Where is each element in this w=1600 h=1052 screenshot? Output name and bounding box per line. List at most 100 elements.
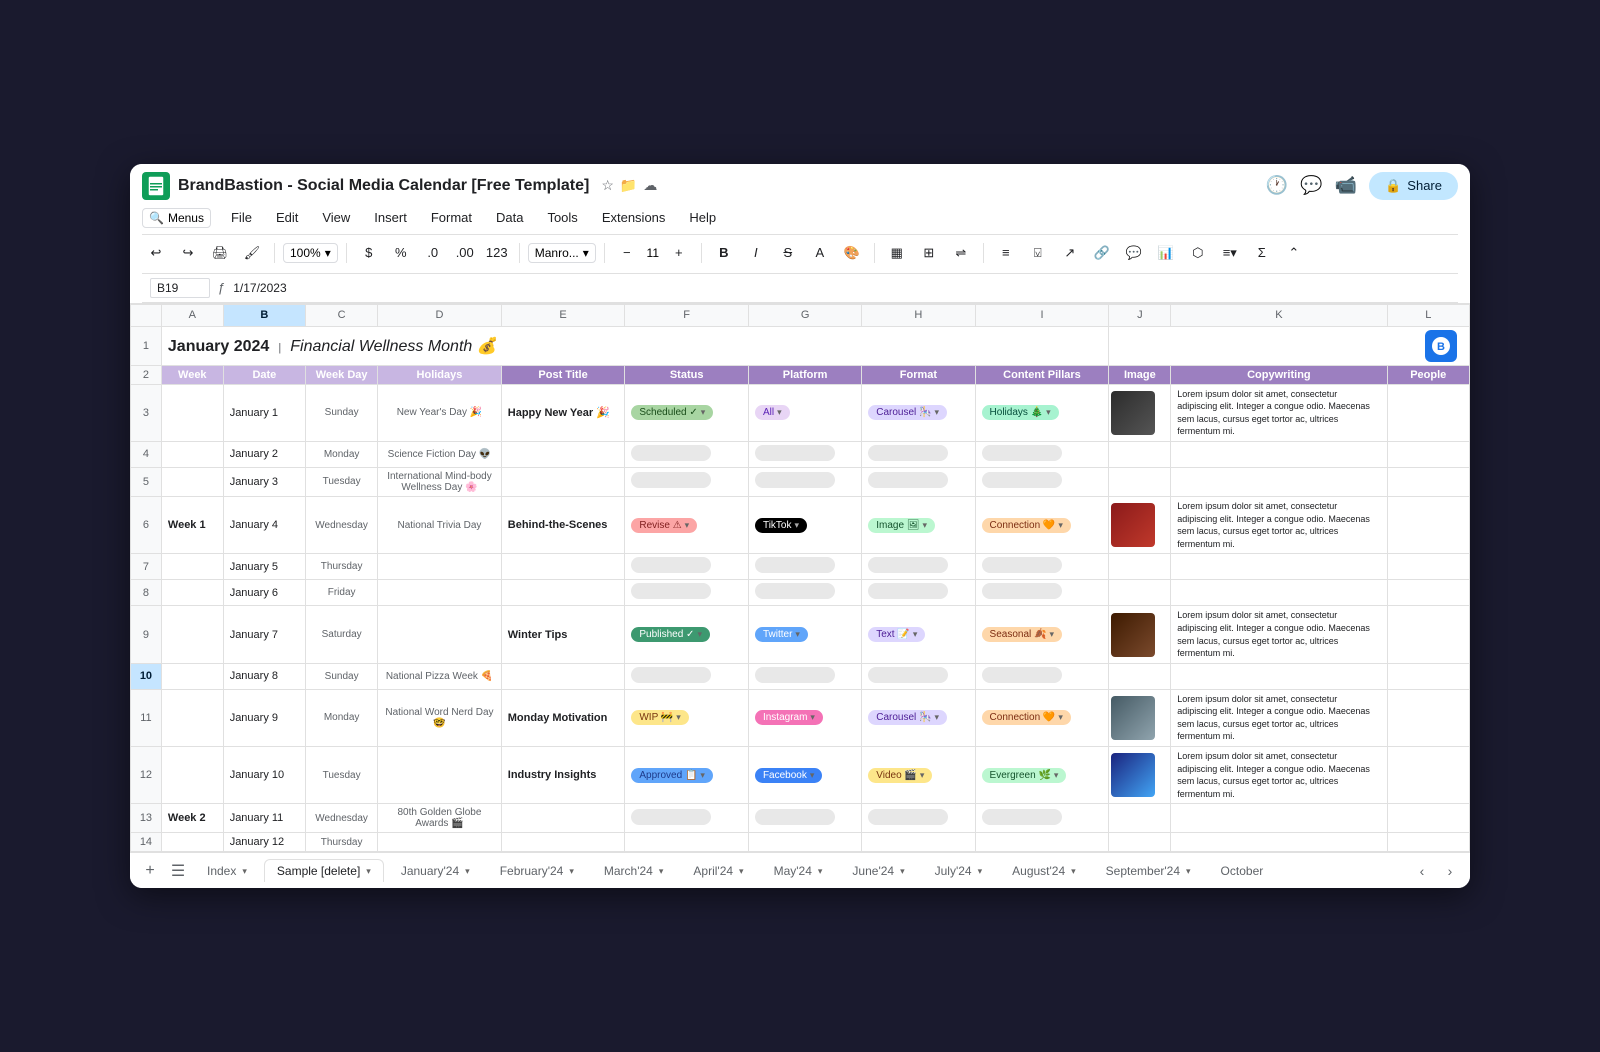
contentpillar-badge[interactable]: Evergreen 🌿 ▾: [982, 768, 1067, 783]
format-badge[interactable]: Carousel 🎠 ▾: [868, 405, 947, 420]
comment-toolbar-button[interactable]: 💬: [1120, 239, 1148, 267]
tab-march24[interactable]: March'24 ▾: [591, 859, 677, 882]
col-header-i[interactable]: I: [975, 304, 1109, 326]
more-formats-button[interactable]: 123: [483, 239, 511, 267]
video-icon[interactable]: 📹: [1335, 175, 1357, 196]
col-header-e[interactable]: E: [501, 304, 625, 326]
tab-prev-button[interactable]: ‹: [1410, 859, 1434, 883]
col-header-k[interactable]: K: [1171, 304, 1387, 326]
tab-january24[interactable]: January'24 ▾: [388, 859, 483, 882]
filter-button[interactable]: ⬡: [1184, 239, 1212, 267]
format-badge[interactable]: Video 🎬 ▾: [868, 768, 932, 783]
col-header-g[interactable]: G: [748, 304, 861, 326]
platform-badge[interactable]: Instagram ▾: [755, 710, 823, 725]
bold-button[interactable]: B: [710, 239, 738, 267]
align-button[interactable]: ≡: [992, 239, 1020, 267]
platform-badge[interactable]: Twitter ▾: [755, 627, 808, 642]
tab-april24[interactable]: April'24 ▾: [680, 859, 756, 882]
chart-button[interactable]: 📊: [1152, 239, 1180, 267]
menu-view[interactable]: View: [318, 208, 354, 228]
add-sheet-button[interactable]: +: [138, 859, 162, 883]
history-icon[interactable]: 🕐: [1266, 175, 1288, 196]
col-header-j[interactable]: J: [1109, 304, 1171, 326]
font-size-decrease[interactable]: −: [613, 239, 641, 267]
tab-october[interactable]: October: [1208, 859, 1277, 882]
wrap-button[interactable]: ⇌: [947, 239, 975, 267]
contentpillar-badge[interactable]: Holidays 🎄 ▾: [982, 405, 1059, 420]
menu-insert[interactable]: Insert: [370, 208, 411, 228]
all-sheets-button[interactable]: ☰: [166, 859, 190, 883]
platform-badge[interactable]: Facebook ▾: [755, 768, 822, 783]
format-badge[interactable]: Carousel 🎠 ▾: [868, 710, 947, 725]
font-select[interactable]: Manro... ▾: [528, 243, 596, 263]
tab-index[interactable]: Index ▾: [194, 859, 260, 882]
fill-color-button[interactable]: 🎨: [838, 239, 866, 267]
col-header-a[interactable]: A: [161, 304, 223, 326]
menu-extensions[interactable]: Extensions: [598, 208, 670, 228]
menu-format[interactable]: Format: [427, 208, 476, 228]
col-header-b[interactable]: B: [223, 304, 305, 326]
tab-sample[interactable]: Sample [delete] ▾: [264, 859, 384, 882]
tab-august24[interactable]: August'24 ▾: [999, 859, 1089, 882]
format-badge[interactable]: Text 📝 ▾: [868, 627, 925, 642]
menu-help[interactable]: Help: [685, 208, 720, 228]
col-header-f[interactable]: F: [625, 304, 749, 326]
star-icon[interactable]: ☆: [601, 177, 614, 194]
contentpillar-badge[interactable]: Seasonal 🍂 ▾: [982, 627, 1062, 642]
tab-july24[interactable]: July'24 ▾: [922, 859, 996, 882]
function-button[interactable]: Σ: [1248, 239, 1276, 267]
font-size-increase[interactable]: +: [665, 239, 693, 267]
text-color-button[interactable]: A: [806, 239, 834, 267]
redo-button[interactable]: ↪: [174, 239, 202, 267]
search-menus[interactable]: 🔍 Menus: [142, 208, 211, 228]
status-badge[interactable]: Scheduled ✓ ▾: [631, 405, 713, 420]
print-button[interactable]: 🖨: [206, 239, 234, 267]
undo-button[interactable]: ↩: [142, 239, 170, 267]
tab-june24[interactable]: June'24 ▾: [839, 859, 917, 882]
platform-badge[interactable]: TikTok ▾: [755, 518, 807, 533]
formula-content[interactable]: 1/17/2023: [233, 281, 1450, 295]
platform-badge[interactable]: All ▾: [755, 405, 790, 420]
decimal-increase-button[interactable]: .00: [451, 239, 479, 267]
status-badge[interactable]: Approved 📋 ▾: [631, 768, 713, 783]
cell-reference[interactable]: B19: [150, 278, 210, 298]
col-header-l[interactable]: L: [1387, 304, 1469, 326]
currency-button[interactable]: $: [355, 239, 383, 267]
paint-format-button[interactable]: 🖌: [238, 239, 266, 267]
collapse-button[interactable]: ⌃: [1280, 239, 1308, 267]
format-badge[interactable]: Image 🖼 ▾: [868, 518, 935, 533]
rotate-button[interactable]: ↗: [1056, 239, 1084, 267]
contentpillar-badge[interactable]: Connection 🧡 ▾: [982, 518, 1071, 533]
comment-icon[interactable]: 💬: [1300, 175, 1322, 196]
contentpillar-badge[interactable]: Connection 🧡 ▾: [982, 710, 1071, 725]
decimal-decrease-button[interactable]: .0: [419, 239, 447, 267]
folder-icon[interactable]: 📁: [620, 177, 637, 194]
status-badge[interactable]: Revise ⚠ ▾: [631, 518, 697, 533]
cloud-icon[interactable]: ☁: [643, 177, 657, 194]
spreadsheet[interactable]: A B C D E F G H I J K L 1: [130, 304, 1470, 853]
link-button[interactable]: 🔗: [1088, 239, 1116, 267]
strikethrough-button[interactable]: S: [774, 239, 802, 267]
menu-data[interactable]: Data: [492, 208, 527, 228]
col-header-d[interactable]: D: [378, 304, 502, 326]
menu-file[interactable]: File: [227, 208, 256, 228]
borders-button[interactable]: ▦: [883, 239, 911, 267]
col-header-h[interactable]: H: [862, 304, 975, 326]
merge-button[interactable]: ⊞: [915, 239, 943, 267]
tab-next-button[interactable]: ›: [1438, 859, 1462, 883]
zoom-select[interactable]: 100% ▾: [283, 243, 338, 263]
menu-tools[interactable]: Tools: [543, 208, 581, 228]
italic-button[interactable]: I: [742, 239, 770, 267]
filter-views-button[interactable]: ≡▾: [1216, 239, 1244, 267]
tab-may24[interactable]: May'24 ▾: [761, 859, 836, 882]
tab-february24[interactable]: February'24 ▾: [487, 859, 587, 882]
valign-button[interactable]: ⍌: [1024, 239, 1052, 267]
menu-edit[interactable]: Edit: [272, 208, 302, 228]
status-badge[interactable]: Published ✓ ▾: [631, 627, 710, 642]
share-button[interactable]: 🔒 Share: [1369, 172, 1458, 200]
status-badge[interactable]: WIP 🚧 ▾: [631, 710, 688, 725]
percent-button[interactable]: %: [387, 239, 415, 267]
date-cell-12: January 10: [223, 747, 305, 804]
col-header-c[interactable]: C: [306, 304, 378, 326]
tab-september24[interactable]: September'24 ▾: [1093, 859, 1204, 882]
